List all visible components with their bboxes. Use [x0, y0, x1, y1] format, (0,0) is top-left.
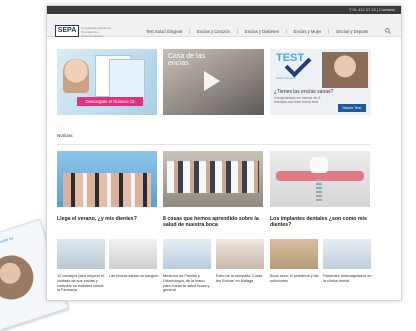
hero-face-photo [63, 59, 89, 93]
hero-test[interactable]: TEST Salud Gingival ¿Tienes las encías s… [270, 49, 371, 115]
news-title[interactable]: 8 cosas que hemos aprendido sobre la sal… [163, 216, 263, 229]
small-news-title[interactable]: Éxito de la campaña 'Cuida tus Encías' e… [216, 274, 266, 284]
divider [57, 144, 371, 145]
small-news-title[interactable]: Boca seca: el problema y las soluciones [270, 274, 320, 284]
team-photo [167, 161, 259, 193]
video-title: Casa de las encías [168, 53, 205, 67]
small-news-image[interactable] [270, 239, 318, 269]
leaflet-headline: cuidatusencias.es [0, 235, 14, 250]
nav-item-mujer[interactable]: Encías y Mujer [285, 29, 329, 34]
search-icon[interactable] [385, 28, 391, 34]
nav-item-test[interactable]: Test Salud Gingival [139, 29, 189, 34]
small-news-image[interactable] [109, 239, 157, 269]
small-news-image[interactable] [216, 239, 264, 269]
test-photo [322, 52, 368, 88]
hero-magazine[interactable]: Descargate el Número 12 [57, 49, 157, 115]
news-title[interactable]: Llega el verano, ¿y mis dientes? [57, 216, 157, 222]
browser-screen: T 91 410 37 15 | Contacto SEPA Sociedad … [46, 5, 402, 301]
section-title: Noticias [57, 133, 73, 138]
play-icon[interactable] [204, 71, 220, 91]
news-title[interactable]: Los implantes dentales ¿son como mis die… [270, 216, 370, 229]
nav-item-corazon[interactable]: Encías y Corazón [188, 29, 237, 34]
test-question: ¿Tienes las encías sanas? [274, 89, 334, 95]
site-logo[interactable]: SEPA [55, 25, 79, 37]
small-news-image[interactable] [163, 239, 211, 269]
download-button[interactable]: Descargate el Número 12 [77, 97, 143, 106]
take-test-button[interactable]: Hacer Test [338, 104, 366, 112]
nav-item-diabetes[interactable]: Encías y Diabetes [236, 29, 286, 34]
group-photo [63, 173, 151, 207]
small-news-image[interactable] [57, 239, 105, 269]
test-logo-subtitle: Salud Gingival [276, 76, 296, 80]
news-image-summer[interactable] [57, 151, 157, 207]
small-news-image[interactable] [323, 239, 371, 269]
top-bar: T 91 410 37 15 | Contacto [47, 6, 401, 14]
small-news-title[interactable]: 10 consejos para mejorar el cuidado de s… [57, 274, 107, 293]
leaflet-photo [0, 249, 40, 306]
news-image-implants[interactable] [270, 151, 370, 207]
small-news-title[interactable]: Las encías sanas no sangran [109, 274, 159, 279]
nav-item-deporte[interactable]: Encías y Deporte [328, 29, 375, 34]
test-question-sub: Compruébalo en menos de 5 minutos con es… [274, 96, 321, 105]
implant-graphic [316, 179, 322, 201]
site-logo-subtitle: Sociedad Española de Periodoncia y Osteo… [81, 26, 112, 38]
site-header: SEPA Sociedad Española de Periodoncia y … [47, 14, 401, 38]
hero-video[interactable]: Casa de las encías [163, 49, 264, 115]
tooth-icon [310, 157, 328, 173]
news-image-mouth[interactable] [163, 151, 263, 207]
main-nav: Test Salud Gingival Encías y Corazón Enc… [139, 29, 376, 34]
top-bar-contact[interactable]: T 91 410 37 15 | Contacto [349, 7, 395, 12]
small-news-title[interactable]: Pacientes anticoagulados en la clínica d… [323, 274, 373, 284]
magazine-cover-back [109, 59, 145, 101]
small-news-title[interactable]: Medicina de Familia y Odontología, de la… [163, 274, 213, 293]
